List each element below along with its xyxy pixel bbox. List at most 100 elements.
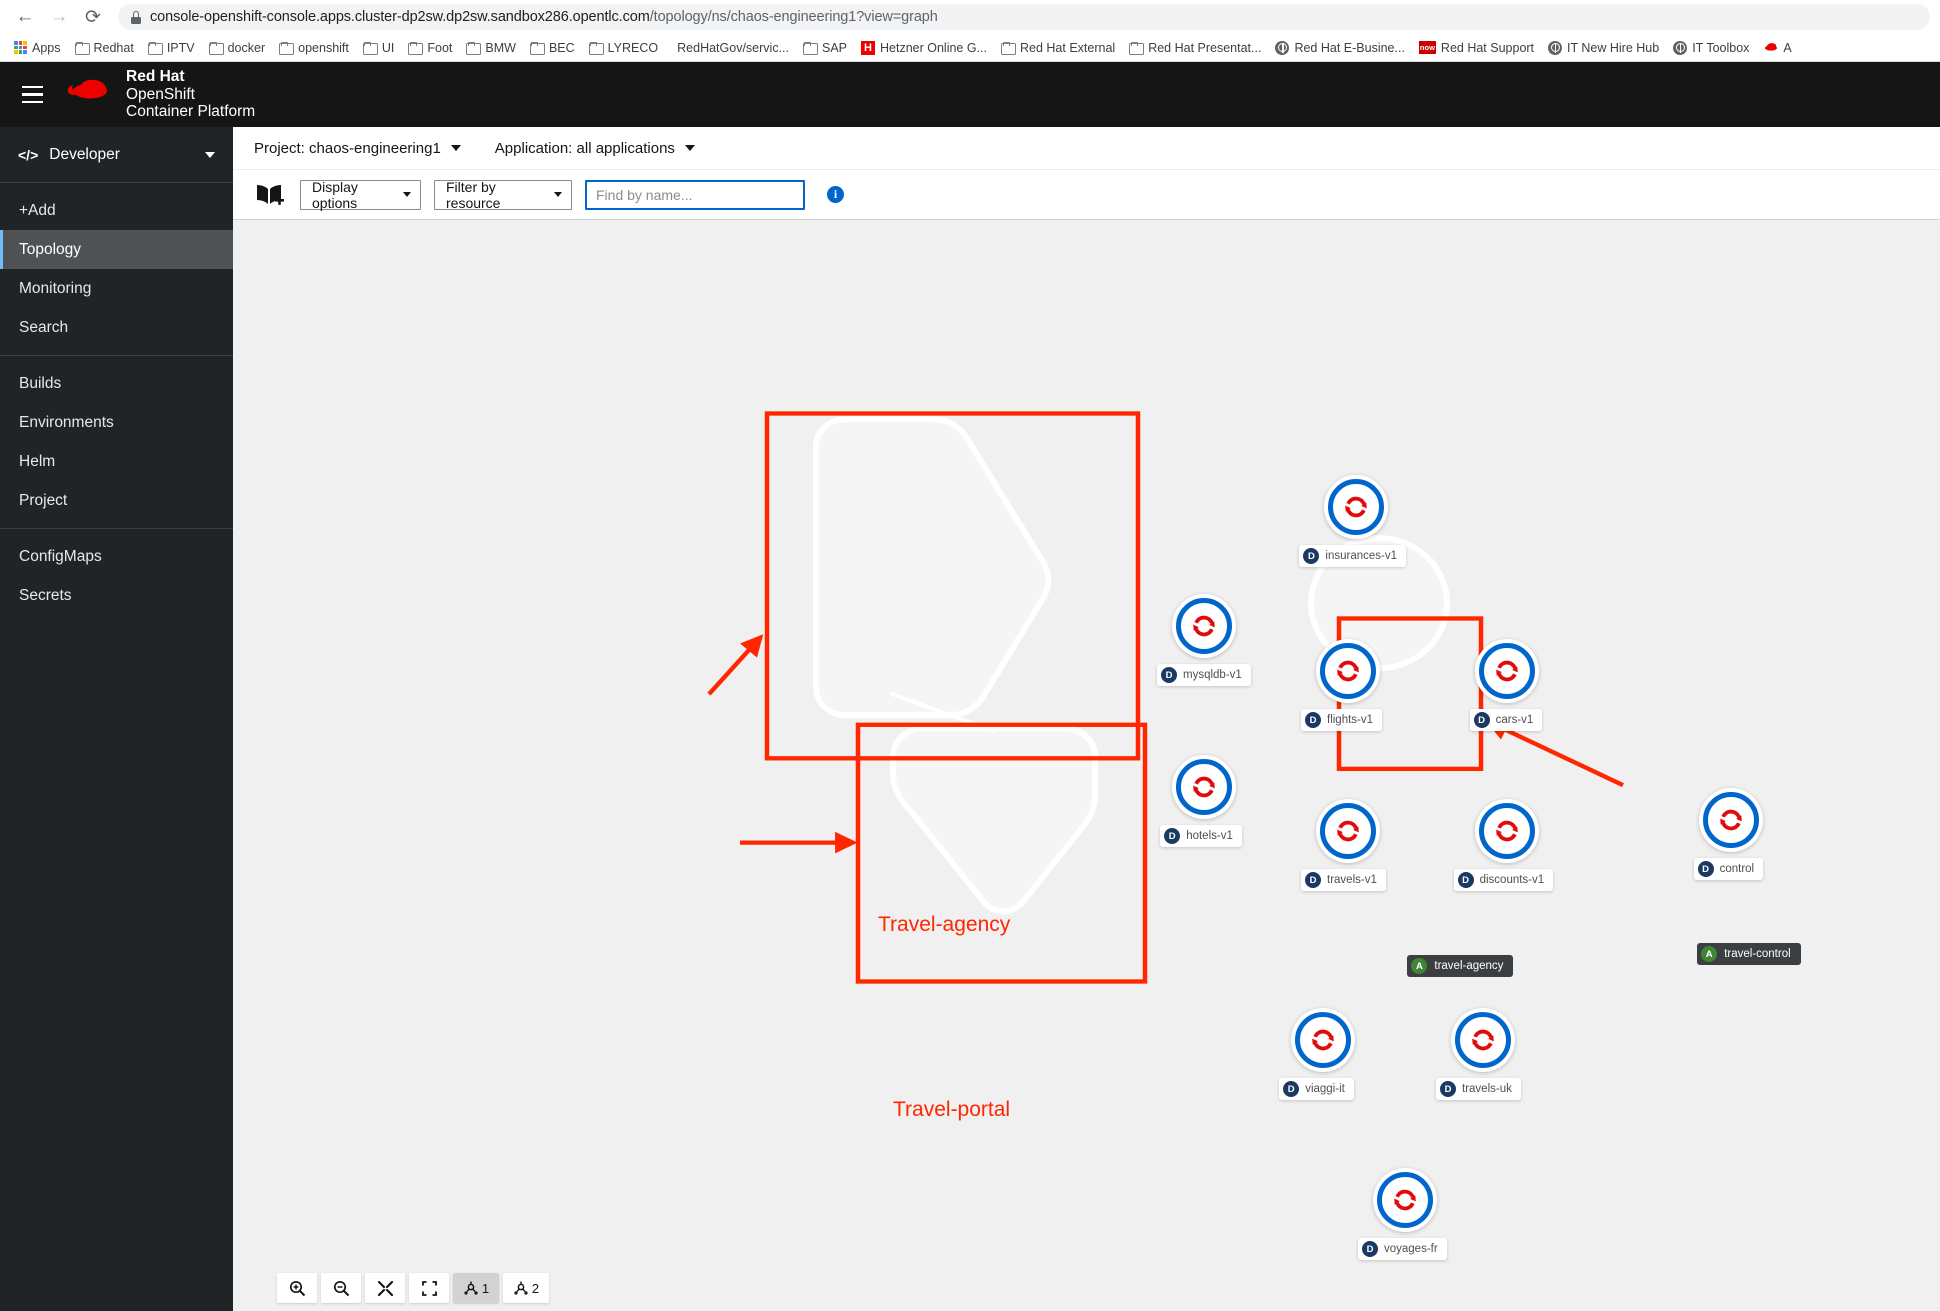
layout-2-button[interactable]: 2 (503, 1273, 549, 1303)
node-ring (1320, 803, 1376, 859)
bookmark-item[interactable]: Red Hat External (995, 39, 1121, 57)
topology-node-label[interactable]: D cars-v1 (1469, 709, 1543, 731)
bookmark-item[interactable]: BMW (460, 39, 522, 57)
topology-node[interactable] (1475, 799, 1539, 863)
bookmark-label: Red Hat Presentat... (1148, 40, 1262, 55)
bookmark-item[interactable]: Red Hat Presentat... (1123, 39, 1267, 57)
topology-node[interactable] (1316, 639, 1380, 703)
bookmark-item[interactable]: H Hetzner Online G... (855, 39, 993, 57)
bookmark-item[interactable]: Redhat (69, 39, 140, 57)
bookmark-item[interactable]: SAP (797, 39, 853, 57)
bookmark-item[interactable]: IT New Hire Hub (1542, 39, 1665, 57)
topology-node[interactable] (1475, 639, 1539, 703)
topology-node-label[interactable]: D control (1693, 858, 1764, 880)
page-body: </> Developer +Add Topology Monitoring Sear… (0, 127, 1940, 1311)
bookmark-item[interactable]: BEC (524, 39, 581, 57)
topology-canvas[interactable]: D insurances-v1 D mysqldb-v1 D flights-v… (233, 220, 1940, 1311)
bookmark-item[interactable]: openshift (273, 39, 355, 57)
folder-icon (802, 41, 818, 55)
folder-icon (147, 41, 163, 55)
bookmark-item[interactable]: A (1757, 39, 1797, 57)
browser-url-row: ← → ⟳ console-openshift-console.apps.clu… (0, 0, 1940, 34)
search-input[interactable] (585, 179, 805, 210)
topology-node-label[interactable]: D mysqldb-v1 (1157, 664, 1251, 686)
deployment-badge: D (1457, 872, 1474, 888)
brand[interactable]: Red Hat OpenShift Container Platform (64, 68, 255, 120)
topology-node[interactable] (1373, 1168, 1437, 1232)
sidebar-item-monitoring[interactable]: Monitoring (0, 269, 233, 308)
bookmark-label: Hetzner Online G... (880, 40, 987, 55)
filter-by-resource-dropdown[interactable]: Filter by resource (434, 179, 572, 211)
topology-node-label[interactable]: D viaggi-it (1279, 1078, 1354, 1100)
deployment-rolling-update-icon (1496, 660, 1518, 682)
hamburger-menu-icon[interactable] (8, 71, 56, 119)
topology-node-label[interactable]: D travels-v1 (1301, 869, 1386, 891)
main-content: Project: chaos-engineering1 Application:… (233, 127, 1940, 1311)
node-name: insurances-v1 (1325, 550, 1397, 562)
info-circle-icon[interactable]: i (827, 186, 844, 203)
reload-icon[interactable]: ⟳ (78, 2, 108, 32)
zoom-out-button[interactable] (321, 1273, 361, 1303)
folder-icon (279, 41, 295, 55)
sidebar-item-secrets[interactable]: Secrets (0, 576, 233, 615)
bookmark-item[interactable]: Foot (402, 39, 458, 57)
sidebar-item-search[interactable]: Search (0, 308, 233, 347)
sidebar-item-builds[interactable]: Builds (0, 364, 233, 403)
bookmark-item[interactable]: now Red Hat Support (1413, 39, 1540, 57)
bookmark-item[interactable]: UI (357, 39, 401, 57)
bookmark-label: BMW (485, 40, 516, 55)
topology-node[interactable] (1172, 755, 1236, 819)
node-ring (1320, 643, 1376, 699)
bookmark-item[interactable]: docker (203, 39, 272, 57)
deployment-rolling-update-icon (1337, 660, 1359, 682)
annotation-label-travel-portal: Travel-portal (893, 1098, 1011, 1121)
topology-node-label[interactable]: D insurances-v1 (1299, 545, 1406, 567)
application-group-label[interactable]: A travel-agency (1407, 955, 1514, 977)
bookmark-label: A (1783, 40, 1792, 55)
perspective-switcher[interactable]: </> Developer (0, 127, 233, 183)
forward-arrow-icon[interactable]: → (44, 2, 74, 32)
bookmark-item[interactable]: LYRECO (583, 39, 664, 57)
deployment-badge: D (1305, 712, 1321, 728)
topology-node-label[interactable]: D voyages-fr (1358, 1238, 1447, 1260)
application-selector-label: Application: all applications (494, 139, 675, 157)
sidebar-item-add[interactable]: +Add (0, 191, 233, 230)
sidebar-item-configmaps[interactable]: ConfigMaps (0, 537, 233, 576)
back-arrow-icon[interactable]: ← (10, 2, 40, 32)
topology-node[interactable] (1324, 475, 1388, 539)
sidebar-item-helm[interactable]: Helm (0, 442, 233, 481)
sidebar-item-topology[interactable]: Topology (0, 230, 233, 269)
zoom-in-button[interactable] (277, 1273, 317, 1303)
globe-icon (1673, 40, 1688, 55)
sidebar-item-environments[interactable]: Environments (0, 403, 233, 442)
deployment-rolling-update-icon (1345, 496, 1367, 518)
bookmark-item[interactable]: Red Hat E-Busine... (1269, 39, 1410, 57)
topology-node-label[interactable]: D flights-v1 (1301, 709, 1383, 731)
sidebar-item-label: Secrets (19, 586, 72, 604)
book-add-icon[interactable] (254, 182, 284, 208)
topology-node[interactable] (1699, 788, 1763, 852)
sidebar-item-label: +Add (19, 201, 56, 219)
topology-node-label[interactable]: D hotels-v1 (1160, 825, 1242, 847)
address-bar[interactable]: console-openshift-console.apps.cluster-d… (118, 4, 1930, 30)
bookmark-item[interactable]: RedHatGov/servic... (666, 39, 795, 57)
topology-node-label[interactable]: D travels-uk (1436, 1078, 1521, 1100)
expand-button[interactable] (409, 1273, 449, 1303)
application-selector[interactable]: Application: all applications (495, 140, 695, 157)
sidebar-item-project[interactable]: Project (0, 481, 233, 520)
display-options-dropdown[interactable]: Display options (300, 179, 421, 211)
layout-1-button[interactable]: 1 (453, 1273, 499, 1303)
topology-node[interactable] (1451, 1008, 1515, 1072)
fit-to-screen-button[interactable] (365, 1273, 405, 1303)
bookmark-item[interactable]: IT Toolbox (1667, 39, 1755, 57)
application-group-label[interactable]: A travel-control (1697, 943, 1801, 965)
project-selector[interactable]: Project: chaos-engineering1 (254, 140, 461, 157)
topology-node[interactable] (1316, 799, 1380, 863)
bookmark-label: IT New Hire Hub (1567, 40, 1660, 55)
bookmark-item[interactable]: IPTV (142, 39, 201, 57)
topology-node[interactable] (1172, 594, 1236, 658)
node-name: hotels-v1 (1186, 830, 1233, 842)
topology-node-label[interactable]: D discounts-v1 (1453, 869, 1554, 891)
topology-node[interactable] (1291, 1008, 1355, 1072)
bookmark-item[interactable]: Apps (8, 39, 67, 57)
